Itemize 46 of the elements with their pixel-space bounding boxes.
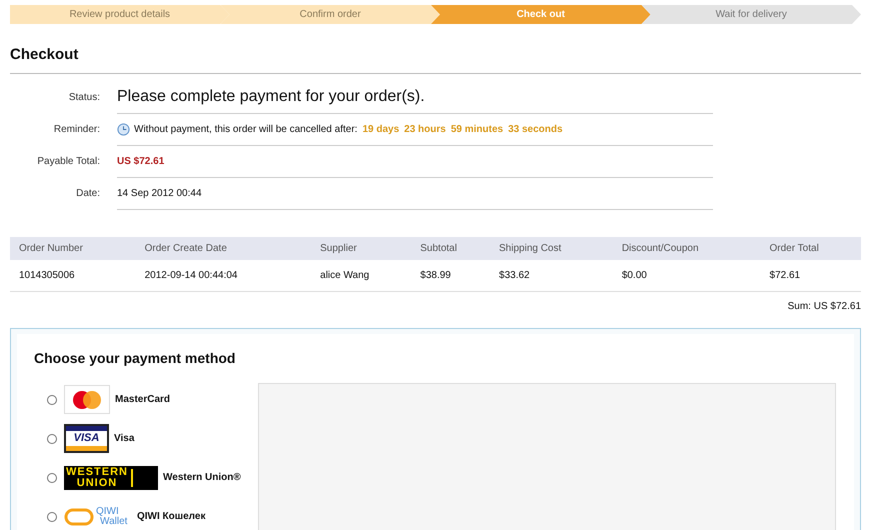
table-cell: 1014305006	[10, 260, 136, 292]
mastercard-logo	[64, 385, 110, 414]
countdown-value: 19 days	[362, 122, 400, 136]
progress-step: Review product details	[10, 5, 230, 24]
field-label: Payable Total:	[36, 155, 100, 169]
column-header: Order Total	[760, 236, 861, 260]
clock-icon	[117, 122, 130, 136]
western-union-logo: WESTERN UNION	[64, 466, 158, 490]
page-title: Checkout	[10, 45, 80, 65]
payment-method-label: Visa	[114, 432, 134, 446]
countdown-value: 33 seconds	[508, 122, 563, 136]
column-header: Discount/Coupon	[612, 236, 761, 260]
table-cell: $72.61	[760, 260, 861, 292]
payment-method-label: QIWI Кошелек	[137, 510, 206, 524]
table-cell: $33.62	[490, 260, 613, 292]
radio-button[interactable]	[47, 394, 57, 404]
table-cell: $38.99	[411, 260, 490, 292]
table-cell: alice Wang	[311, 260, 412, 292]
date-value: 14 Sep 2012 00:44	[117, 186, 202, 200]
field-label: Status:	[68, 91, 100, 105]
sum-total: Sum: US $72.61	[788, 300, 861, 314]
radio-button[interactable]	[47, 434, 57, 444]
payment-method-label: Western Union®	[163, 471, 241, 485]
column-header: Order Number	[10, 236, 136, 260]
progress-step: Check out	[431, 5, 650, 24]
column-header: Supplier	[311, 236, 412, 260]
column-header: Shipping Cost	[490, 236, 613, 260]
radio-button[interactable]	[47, 472, 57, 482]
reminder-text: Without payment, this order will be cancelled after:	[134, 122, 358, 136]
field-label: Date:	[75, 187, 100, 201]
payable-total: US $72.61	[117, 154, 164, 168]
visa-logo: VISA	[64, 424, 109, 453]
status-text: Please complete payment for your order(s).	[117, 87, 425, 107]
table-cell: 2012-09-14 00:44:04	[136, 260, 312, 292]
radio-button[interactable]	[47, 512, 57, 522]
section-heading: Choose your payment method	[34, 349, 236, 368]
countdown-value: 23 hours	[404, 122, 446, 136]
qiwi-logo: QIWI Wallet	[64, 504, 132, 530]
column-header: Order Create Date	[136, 236, 312, 260]
table-cell: $0.00	[612, 260, 761, 292]
payment-method-label: MasterCard	[115, 393, 170, 407]
progress-step: Confirm order	[220, 5, 440, 24]
countdown-value: 59 minutes	[450, 122, 504, 136]
progress-step: Wait for delivery	[642, 5, 861, 24]
field-label: Reminder:	[52, 123, 100, 137]
column-header: Subtotal	[411, 236, 490, 260]
